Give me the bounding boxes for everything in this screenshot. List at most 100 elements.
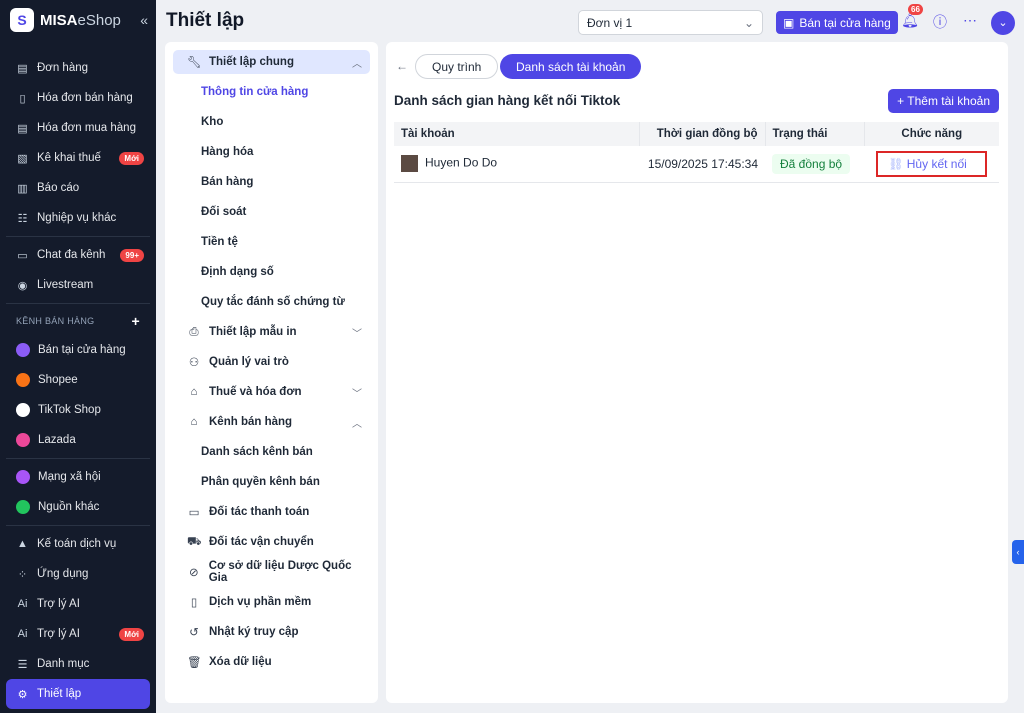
sidebar-item-settings[interactable]: ⚙ Thiết lập xyxy=(6,679,150,709)
submenu-item[interactable]: Danh sách kênh bán xyxy=(165,437,378,467)
badge: 99+ xyxy=(120,248,144,262)
menu-item[interactable]: ⛟ Đối tác vận chuyển xyxy=(173,527,370,557)
menu-item[interactable]: ▭ Đối tác thanh toán xyxy=(173,497,370,527)
wrench-icon: 🔧︎ xyxy=(187,57,202,69)
store-sale-button[interactable]: ▣ Bán tại cửa hàng xyxy=(776,11,898,34)
chevron-down-icon: ﹀ xyxy=(352,388,362,400)
menu-item[interactable]: ⊘ Cơ sở dữ liệu Dược Quốc Gia xyxy=(173,557,370,587)
sidebar-item[interactable]: ☷ Nghiệp vụ khác xyxy=(0,203,156,233)
document-icon: ▯ xyxy=(190,597,198,609)
back-arrow-icon[interactable]: ← xyxy=(396,59,408,73)
sidebar: S MISAeShop « ▤ Đơn hàng ▯ Hóa đơn bán hàng ▤ H… xyxy=(0,0,156,713)
submenu-item[interactable]: Định dạng số xyxy=(165,257,378,287)
channel-logo-icon xyxy=(16,343,30,357)
menu-roles[interactable]: ⚇ Quản lý vai trò xyxy=(173,347,370,377)
add-account-button[interactable]: + Thêm tài khoản xyxy=(888,89,999,113)
menu-tax-invoice[interactable]: ⌂ Thuế và hóa đơn ﹀ xyxy=(173,377,370,407)
purchase-invoice-icon: ▤ xyxy=(17,122,28,135)
channel-logo-icon xyxy=(16,403,30,417)
settings-menu: 🔧︎ Thiết lập chung ︿ Thông tin cửa hàng Kho… xyxy=(165,42,378,703)
menu-general-settings[interactable]: 🔧︎ Thiết lập chung ︿ xyxy=(173,50,370,74)
accounts-table: Tài khoản Thời gian đồng bộ Trạng thái Chức… xyxy=(394,122,999,183)
channel-logo-icon xyxy=(16,500,30,514)
divider xyxy=(6,236,150,237)
sidebar-item[interactable]: Ai Trợ lý AI Mới xyxy=(0,619,156,649)
tab-process[interactable]: Quy trình xyxy=(415,54,499,79)
accounting-icon: ▲ xyxy=(17,538,28,550)
sidebar-item[interactable]: Shopee xyxy=(0,365,156,395)
channels-header: KÊNH BÁN HÀNG + xyxy=(16,313,140,329)
divider xyxy=(6,458,150,459)
sidebar-item[interactable]: ⁘ Ứng dụng xyxy=(0,559,156,589)
divider xyxy=(6,303,150,304)
menu-print-templates[interactable]: ⎙ Thiết lập mẫu in ﹀ xyxy=(173,317,370,347)
chat-icon: ▭ xyxy=(17,249,28,262)
sidebar-item[interactable]: Mạng xã hội xyxy=(0,462,156,492)
page-title: Thiết lập xyxy=(166,10,245,31)
submenu-item[interactable]: Đối soát xyxy=(165,197,378,227)
sidebar-item[interactable]: ▤ Đơn hàng xyxy=(0,53,156,83)
bell-icon[interactable]: 🔔︎ xyxy=(900,12,920,32)
sidebar-item[interactable]: ▲ Kế toán dịch vụ xyxy=(0,529,156,559)
column-header: Thời gian đồng bộ xyxy=(639,122,766,146)
sidebar-item[interactable]: ☰ Danh mục xyxy=(0,649,156,679)
column-header: Tài khoản xyxy=(394,122,640,146)
sidebar-item[interactable]: Bán tại cửa hàng xyxy=(0,335,156,365)
more-icon[interactable]: ⋯ xyxy=(960,12,980,32)
disconnect-button[interactable]: ⛓ Hủy kết nối xyxy=(876,150,987,177)
menu-icon: ☰ xyxy=(17,658,28,671)
unit-select[interactable]: Đơn vị 1 ⌄ xyxy=(578,10,763,35)
sidebar-item[interactable]: ◉ Livestream xyxy=(0,270,156,300)
column-header: Chức năng xyxy=(864,122,999,146)
sidebar-item[interactable]: ▧ Kê khai thuế Mới xyxy=(0,143,156,173)
sidebar-item[interactable]: Lazada xyxy=(0,425,156,455)
trash-icon: 🗑︎ xyxy=(187,657,202,669)
sidebar-item[interactable]: ▯ Hóa đơn bán hàng xyxy=(0,83,156,113)
side-panel-toggle[interactable]: ‹ xyxy=(1012,540,1024,564)
menu-item[interactable]: 🗑︎ Xóa dữ liệu xyxy=(173,647,370,677)
report-icon: ▥ xyxy=(17,182,28,195)
sidebar-item[interactable]: ▥ Báo cáo xyxy=(0,173,156,203)
submenu-item[interactable]: Bán hàng xyxy=(165,167,378,197)
submenu-item[interactable]: Hàng hóa xyxy=(165,137,378,167)
history-icon: ↺ xyxy=(189,627,199,639)
ai-icon: Ai xyxy=(17,598,28,610)
chevron-up-icon: ︿ xyxy=(352,58,362,70)
submenu-item[interactable]: Thông tin cửa hàng xyxy=(165,77,378,107)
shop-icon: ⌂ xyxy=(190,416,198,428)
sidebar-item[interactable]: TikTok Shop xyxy=(0,395,156,425)
column-header: Trạng thái xyxy=(765,122,865,146)
help-icon[interactable]: ⓘ xyxy=(930,12,950,32)
collapse-sidebar-icon[interactable]: « xyxy=(140,12,148,28)
notification-badge: 66 xyxy=(908,4,923,15)
add-channel-icon[interactable]: + xyxy=(132,313,140,329)
sidebar-item[interactable]: ▭ Chat đa kênh 99+ xyxy=(0,240,156,270)
tax-icon: ▧ xyxy=(17,152,28,165)
main-panel: ← Quy trình Danh sách tài khoản Danh sác… xyxy=(386,42,1008,703)
sidebar-item[interactable]: Nguồn khác xyxy=(0,492,156,522)
pill-icon: ⊘ xyxy=(189,567,199,579)
gear-icon: ⚙ xyxy=(17,688,28,701)
user-menu-avatar[interactable]: ⌄ xyxy=(991,11,1015,35)
list-icon: ☷ xyxy=(17,212,28,225)
misa-logo-icon: S xyxy=(10,8,34,32)
sidebar-item[interactable]: Ai Trợ lý AI xyxy=(0,589,156,619)
badge: Mới xyxy=(119,151,144,165)
logo[interactable]: S MISAeShop « xyxy=(0,0,156,40)
channel-logo-icon xyxy=(16,433,30,447)
menu-item[interactable]: ↺ Nhật ký truy cập xyxy=(173,617,370,647)
submenu-item[interactable]: Phân quyền kênh bán xyxy=(165,467,378,497)
tab-account-list[interactable]: Danh sách tài khoản xyxy=(500,54,642,79)
table-row: Huyen Do Do 15/09/2025 17:45:34 Đã đồng … xyxy=(394,146,999,183)
submenu-item[interactable]: Kho xyxy=(165,107,378,137)
channel-logo-icon xyxy=(16,470,30,484)
avatar xyxy=(401,155,418,173)
sidebar-item[interactable]: ▤ Hóa đơn mua hàng xyxy=(0,113,156,143)
ai-icon: Ai xyxy=(17,628,28,640)
menu-item[interactable]: ▯ Dịch vụ phần mềm xyxy=(173,587,370,617)
submenu-item[interactable]: Tiền tệ xyxy=(165,227,378,257)
menu-sales-channels[interactable]: ⌂ Kênh bán hàng ︿ xyxy=(173,407,370,437)
order-icon: ▤ xyxy=(17,62,28,75)
submenu-item[interactable]: Quy tắc đánh số chứng từ xyxy=(165,287,378,317)
user-role-icon: ⚇ xyxy=(188,357,200,369)
